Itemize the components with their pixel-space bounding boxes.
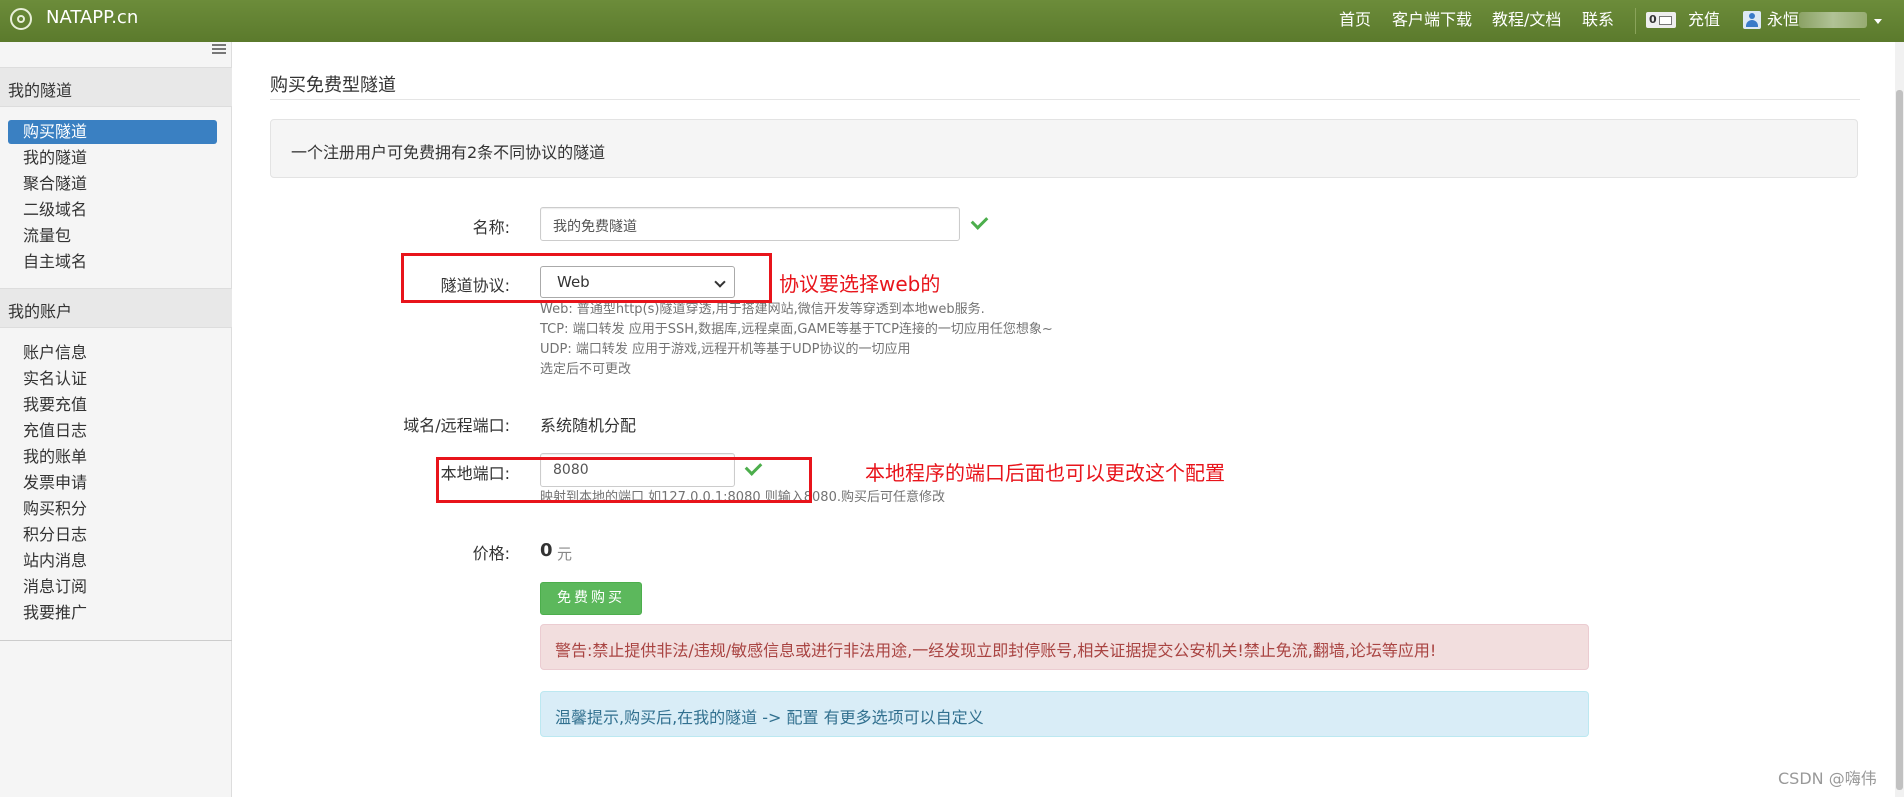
free-buy-button[interactable]: 免费购买 (540, 582, 642, 615)
tunnel-name-input[interactable]: 我的免费隧道 (540, 207, 960, 241)
nav-client-download[interactable]: 客户端下载 (1392, 10, 1472, 30)
info-text: 一个注册用户可免费拥有2条不同协议的隧道 (291, 143, 606, 162)
sidebar-item-points-log[interactable]: 积分日志 (23, 525, 87, 545)
sidebar-item-buy-points[interactable]: 购买积分 (23, 499, 87, 519)
nav-docs[interactable]: 教程/文档 (1492, 10, 1561, 30)
annotation-port-note: 本地程序的端口后面也可以更改这个配置 (865, 461, 1225, 485)
sidebar-item-recharge-log[interactable]: 充值日志 (23, 421, 87, 441)
sidebar-item-recharge[interactable]: 我要充值 (23, 395, 87, 415)
domain-label: 域名/远程端口: (403, 416, 510, 435)
scrollbar-thumb[interactable] (1896, 90, 1903, 790)
tip-alert: 温馨提示,购买后,在我的隧道 -> 配置 有更多选项可以自定义 (540, 691, 1589, 737)
title-divider (270, 99, 1860, 100)
sidebar-divider (0, 640, 232, 641)
sidebar-item-subscriptions[interactable]: 消息订阅 (23, 577, 87, 597)
sidebar-item-account-info[interactable]: 账户信息 (23, 343, 87, 363)
sidebar-item-traffic-pack[interactable]: 流量包 (23, 226, 71, 246)
sidebar-item-custom-domain[interactable]: 自主域名 (23, 252, 87, 272)
price-value: 0 (540, 540, 553, 561)
page-title: 购买免费型隧道 (270, 75, 396, 96)
price-label: 价格: (472, 544, 510, 563)
message-count: 0 (1649, 13, 1657, 26)
sidebar-section-title: 我的隧道 (8, 81, 73, 100)
sidebar-item-promote[interactable]: 我要推广 (23, 603, 87, 623)
sidebar-item-verification[interactable]: 实名认证 (23, 369, 87, 389)
sidebar-item-invoice[interactable]: 发票申请 (23, 473, 87, 493)
name-label: 名称: (472, 218, 510, 237)
sidebar-item-aggregate-tunnels[interactable]: 聚合隧道 (23, 174, 87, 194)
annotation-protocol-note: 协议要选择web的 (779, 272, 941, 296)
top-navbar (0, 0, 1904, 42)
user-name[interactable]: 永恒 (1767, 10, 1799, 30)
nav-recharge[interactable]: 充值 (1688, 10, 1720, 30)
brand-name[interactable]: NATAPP.cn (46, 8, 138, 28)
watermark: CSDN @嗨伟 (1778, 769, 1877, 788)
price-unit: 元 (557, 545, 573, 563)
protocol-help-tcp: TCP: 端口转发 应用于SSH,数据库,远程桌面,GAME等基于TCP连接的一… (540, 322, 1053, 337)
annotation-box-protocol (401, 253, 772, 303)
sidebar-item-bills[interactable]: 我的账单 (23, 447, 87, 467)
annotation-box-port (436, 457, 812, 503)
sidebar-item-subdomain[interactable]: 二级域名 (23, 200, 87, 220)
info-well: 一个注册用户可免费拥有2条不同协议的隧道 (270, 119, 1858, 178)
sidebar-item-messages[interactable]: 站内消息 (23, 551, 87, 571)
nav-home[interactable]: 首页 (1339, 10, 1371, 30)
user-icon[interactable] (1743, 11, 1761, 29)
sidebar-section-account: 我的账户 (0, 288, 232, 328)
envelope-icon (1659, 16, 1672, 25)
protocol-help-web: Web: 普通型http(s)隧道穿透,用于搭建网站,微信开发等穿透到本地web… (540, 302, 985, 317)
protocol-help-udp: UDP: 端口转发 应用于游戏,远程开机等基于UDP协议的一切应用 (540, 342, 911, 357)
protocol-help-note: 选定后不可更改 (540, 362, 632, 377)
sidebar-item-buy-tunnel[interactable]: 购买隧道 (23, 122, 87, 142)
sidebar-section-title: 我的账户 (8, 302, 73, 321)
domain-value: 系统随机分配 (540, 416, 637, 435)
nav-divider (1635, 8, 1636, 34)
natapp-logo-icon[interactable] (10, 8, 32, 30)
message-badge[interactable]: 0 (1646, 12, 1676, 28)
check-icon (970, 212, 989, 230)
chevron-down-icon[interactable] (1874, 19, 1882, 24)
warning-alert: 警告:禁止提供非法/违规/敏感信息或进行非法用途,一经发现立即封停账号,相关证据… (540, 624, 1589, 670)
sidebar-section-tunnels: 我的隧道 (0, 67, 232, 107)
user-name-blurred (1799, 12, 1867, 28)
nav-contact[interactable]: 联系 (1582, 10, 1614, 30)
sidebar-item-my-tunnels[interactable]: 我的隧道 (23, 148, 87, 168)
menu-toggle-icon[interactable] (212, 44, 226, 54)
